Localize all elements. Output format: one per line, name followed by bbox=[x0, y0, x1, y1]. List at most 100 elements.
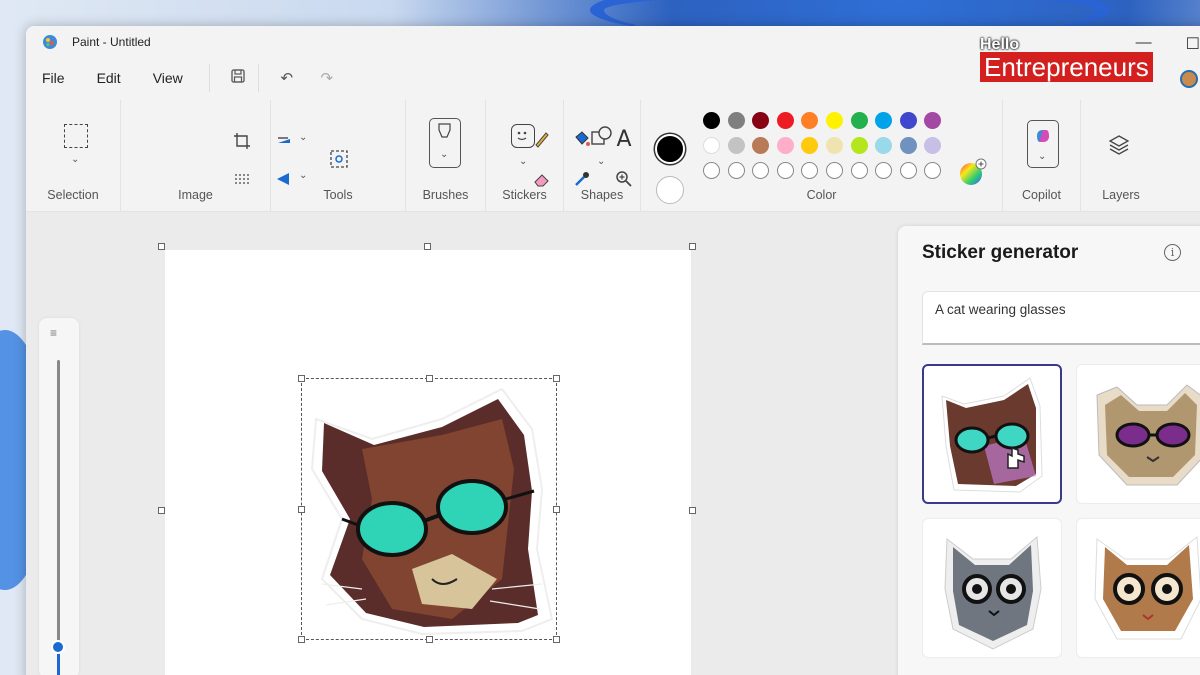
sticker-prompt-input[interactable]: A cat wearing glasses bbox=[922, 291, 1200, 345]
sticker-resize-handle[interactable] bbox=[553, 506, 560, 513]
info-icon[interactable]: i bbox=[1164, 244, 1181, 261]
sticker-selection-box[interactable] bbox=[298, 375, 560, 643]
menu-edit[interactable]: Edit bbox=[97, 70, 121, 86]
sticker-result-4[interactable] bbox=[1076, 518, 1200, 658]
tools-label: Tools bbox=[323, 188, 353, 202]
custom-color-slot[interactable] bbox=[752, 162, 770, 179]
color-label: Color bbox=[806, 188, 837, 202]
brush-icon[interactable]: ⌄ bbox=[429, 118, 461, 168]
chevron-down-icon[interactable]: ⌄ bbox=[440, 149, 448, 160]
primary-color-swatch[interactable] bbox=[655, 134, 685, 164]
sticker-icon[interactable] bbox=[487, 24, 513, 50]
save-icon[interactable] bbox=[224, 69, 252, 87]
brushes-label: Brushes bbox=[422, 188, 469, 202]
zoom-slider-thumb[interactable] bbox=[51, 640, 65, 654]
shapes-icon[interactable] bbox=[590, 124, 614, 153]
color-swatch[interactable] bbox=[924, 112, 942, 129]
sticker-resize-handle[interactable] bbox=[553, 636, 560, 643]
menu-file[interactable]: File bbox=[42, 70, 65, 86]
sticker-result-3[interactable] bbox=[922, 518, 1062, 658]
copilot-button[interactable]: ⌄ bbox=[1027, 120, 1059, 168]
cat-sticker-image[interactable] bbox=[302, 379, 558, 641]
color-swatch[interactable] bbox=[826, 137, 843, 154]
menu-divider bbox=[208, 64, 210, 92]
undo-icon[interactable]: ↶ bbox=[273, 69, 301, 87]
custom-color-slot[interactable] bbox=[924, 162, 942, 179]
layers-group: Layers bbox=[1081, 100, 1161, 212]
watermark-entrepreneurs: Entrepreneurs bbox=[980, 52, 1153, 82]
zoom-slider-panel: ≡ bbox=[39, 318, 79, 675]
shapes-group: ⌄ Shapes bbox=[564, 100, 641, 212]
edit-colors-icon[interactable] bbox=[959, 158, 987, 191]
sticker-resize-handle[interactable] bbox=[298, 506, 305, 513]
color-swatch[interactable] bbox=[801, 137, 819, 154]
selection-label: Selection bbox=[47, 188, 99, 202]
chevron-down-icon[interactable]: ⌄ bbox=[71, 154, 79, 165]
color-swatch[interactable] bbox=[875, 137, 893, 154]
sticker-result-2[interactable] bbox=[1076, 364, 1200, 504]
sticker-resize-handle[interactable] bbox=[298, 636, 305, 643]
paint-window: Paint - Untitled — ☐ Hello Entrepreneurs… bbox=[26, 26, 1200, 675]
custom-color-slot[interactable] bbox=[727, 162, 745, 179]
sticker-result-1[interactable] bbox=[922, 364, 1062, 504]
chevron-down-icon[interactable]: ⌄ bbox=[519, 156, 527, 167]
canvas-resize-handle[interactable] bbox=[689, 507, 696, 514]
chevron-down-icon[interactable]: ⌄ bbox=[597, 156, 605, 167]
color-swatch[interactable] bbox=[899, 137, 917, 154]
crop-icon[interactable] bbox=[229, 128, 255, 154]
color-swatch[interactable] bbox=[727, 137, 745, 154]
color-swatch[interactable] bbox=[752, 112, 770, 129]
redo-icon[interactable]: ↷ bbox=[313, 69, 341, 87]
menu-view[interactable]: View bbox=[153, 70, 183, 86]
sticker-resize-handle[interactable] bbox=[553, 375, 560, 382]
color-swatch[interactable] bbox=[801, 112, 819, 129]
color-swatch[interactable] bbox=[727, 112, 745, 129]
custom-color-slot[interactable] bbox=[776, 162, 794, 179]
window-title: Paint - Untitled bbox=[72, 35, 151, 49]
color-swatch[interactable] bbox=[850, 137, 868, 154]
canvas-resize-handle[interactable] bbox=[158, 243, 165, 250]
watermark-logo: Hello Entrepreneurs bbox=[980, 36, 1153, 82]
image-label: Image bbox=[178, 188, 213, 202]
color-swatch[interactable] bbox=[875, 112, 893, 129]
custom-color-slot[interactable] bbox=[826, 162, 843, 179]
copilot-group: ⌄ Copilot bbox=[1003, 100, 1081, 212]
canvas-resize-handle[interactable] bbox=[424, 243, 431, 250]
stickers-label: Stickers bbox=[502, 188, 547, 202]
color-swatch[interactable] bbox=[703, 112, 720, 129]
layers-icon[interactable] bbox=[1108, 134, 1130, 161]
color-swatch[interactable] bbox=[752, 137, 770, 154]
color-group: Color bbox=[641, 100, 1003, 212]
color-swatch[interactable] bbox=[924, 137, 942, 154]
color-swatch[interactable] bbox=[703, 137, 720, 154]
custom-color-slot[interactable] bbox=[850, 162, 868, 179]
zoom-icon: ≡ bbox=[50, 326, 58, 340]
custom-color-slot[interactable] bbox=[899, 162, 917, 179]
color-swatch[interactable] bbox=[899, 112, 917, 129]
brushes-group: ⌄ Brushes bbox=[406, 100, 486, 212]
canvas-resize-handle[interactable] bbox=[158, 507, 165, 514]
sticker-icon[interactable] bbox=[511, 124, 535, 148]
sticker-resize-handle[interactable] bbox=[426, 636, 433, 643]
rectangle-select-icon[interactable] bbox=[64, 124, 88, 148]
selection-group: ⌄ Selection bbox=[26, 100, 121, 212]
custom-color-slot[interactable] bbox=[875, 162, 893, 179]
color-swatch[interactable] bbox=[776, 137, 794, 154]
avatar[interactable] bbox=[1180, 70, 1198, 88]
chevron-down-icon[interactable]: ⌄ bbox=[1038, 151, 1046, 162]
color-swatch[interactable] bbox=[776, 112, 794, 129]
stickers-group: ⌄ Stickers bbox=[486, 100, 564, 212]
custom-color-slot[interactable] bbox=[801, 162, 819, 179]
paint-app-icon bbox=[42, 34, 58, 50]
custom-color-slot[interactable] bbox=[703, 162, 720, 179]
color-swatch[interactable] bbox=[850, 112, 868, 129]
maximize-icon[interactable]: ☐ bbox=[1186, 34, 1200, 54]
sticker-resize-handle[interactable] bbox=[426, 375, 433, 382]
canvas-resize-handle[interactable] bbox=[689, 243, 696, 250]
shapes-label: Shapes bbox=[580, 188, 624, 202]
panel-title: Sticker generator bbox=[922, 242, 1079, 263]
zoom-slider-track[interactable] bbox=[57, 360, 60, 660]
image-group: ⌄ ⌄ Image bbox=[121, 100, 348, 212]
color-swatch[interactable] bbox=[826, 112, 843, 129]
sticker-resize-handle[interactable] bbox=[298, 375, 305, 382]
